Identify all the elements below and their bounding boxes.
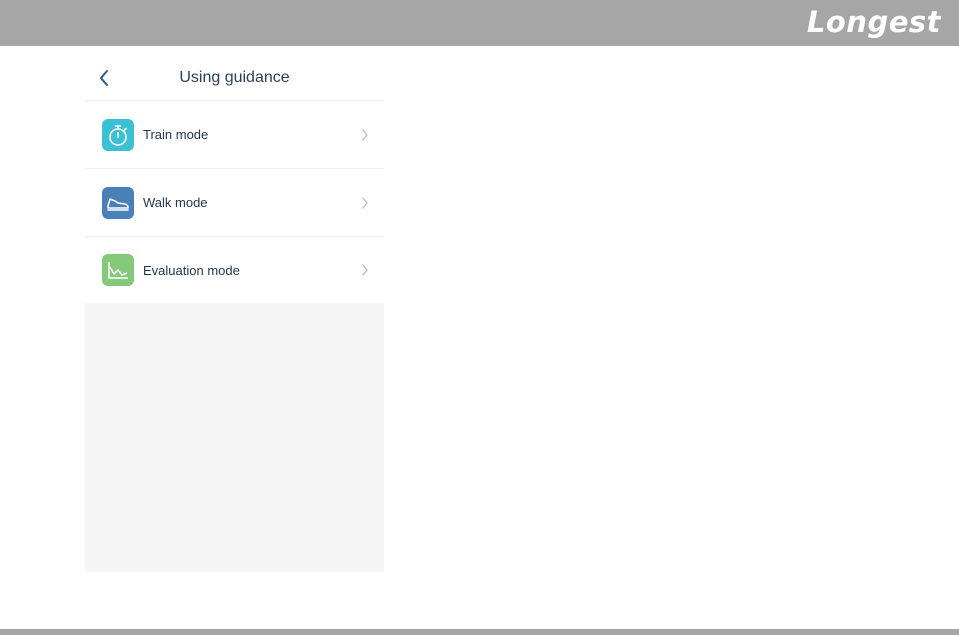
menu-item-label: Evaluation mode	[143, 262, 240, 278]
bottom-bar	[0, 629, 959, 635]
chart-icon	[102, 254, 134, 286]
shoe-icon	[102, 186, 134, 219]
header-bar: Using guidance	[85, 56, 384, 101]
chevron-right-icon	[360, 196, 370, 210]
stopwatch-icon	[102, 118, 134, 151]
menu-list: Train mode Walk mode Evaluation mode	[85, 101, 384, 303]
app-panel: Using guidance Train mode Walk mode Eval…	[85, 56, 384, 572]
chevron-right-icon	[360, 263, 370, 277]
menu-item-train-mode[interactable]: Train mode	[85, 101, 384, 169]
brand-logo: Longest	[806, 5, 941, 39]
menu-item-label: Walk mode	[143, 195, 208, 210]
chevron-right-icon	[360, 128, 370, 142]
menu-item-walk-mode[interactable]: Walk mode	[85, 169, 384, 237]
menu-item-label: Train mode	[143, 127, 209, 142]
top-bar: Longest	[0, 0, 959, 46]
menu-item-evaluation-mode[interactable]: Evaluation mode	[85, 237, 384, 303]
page-title: Using guidance	[179, 69, 290, 86]
